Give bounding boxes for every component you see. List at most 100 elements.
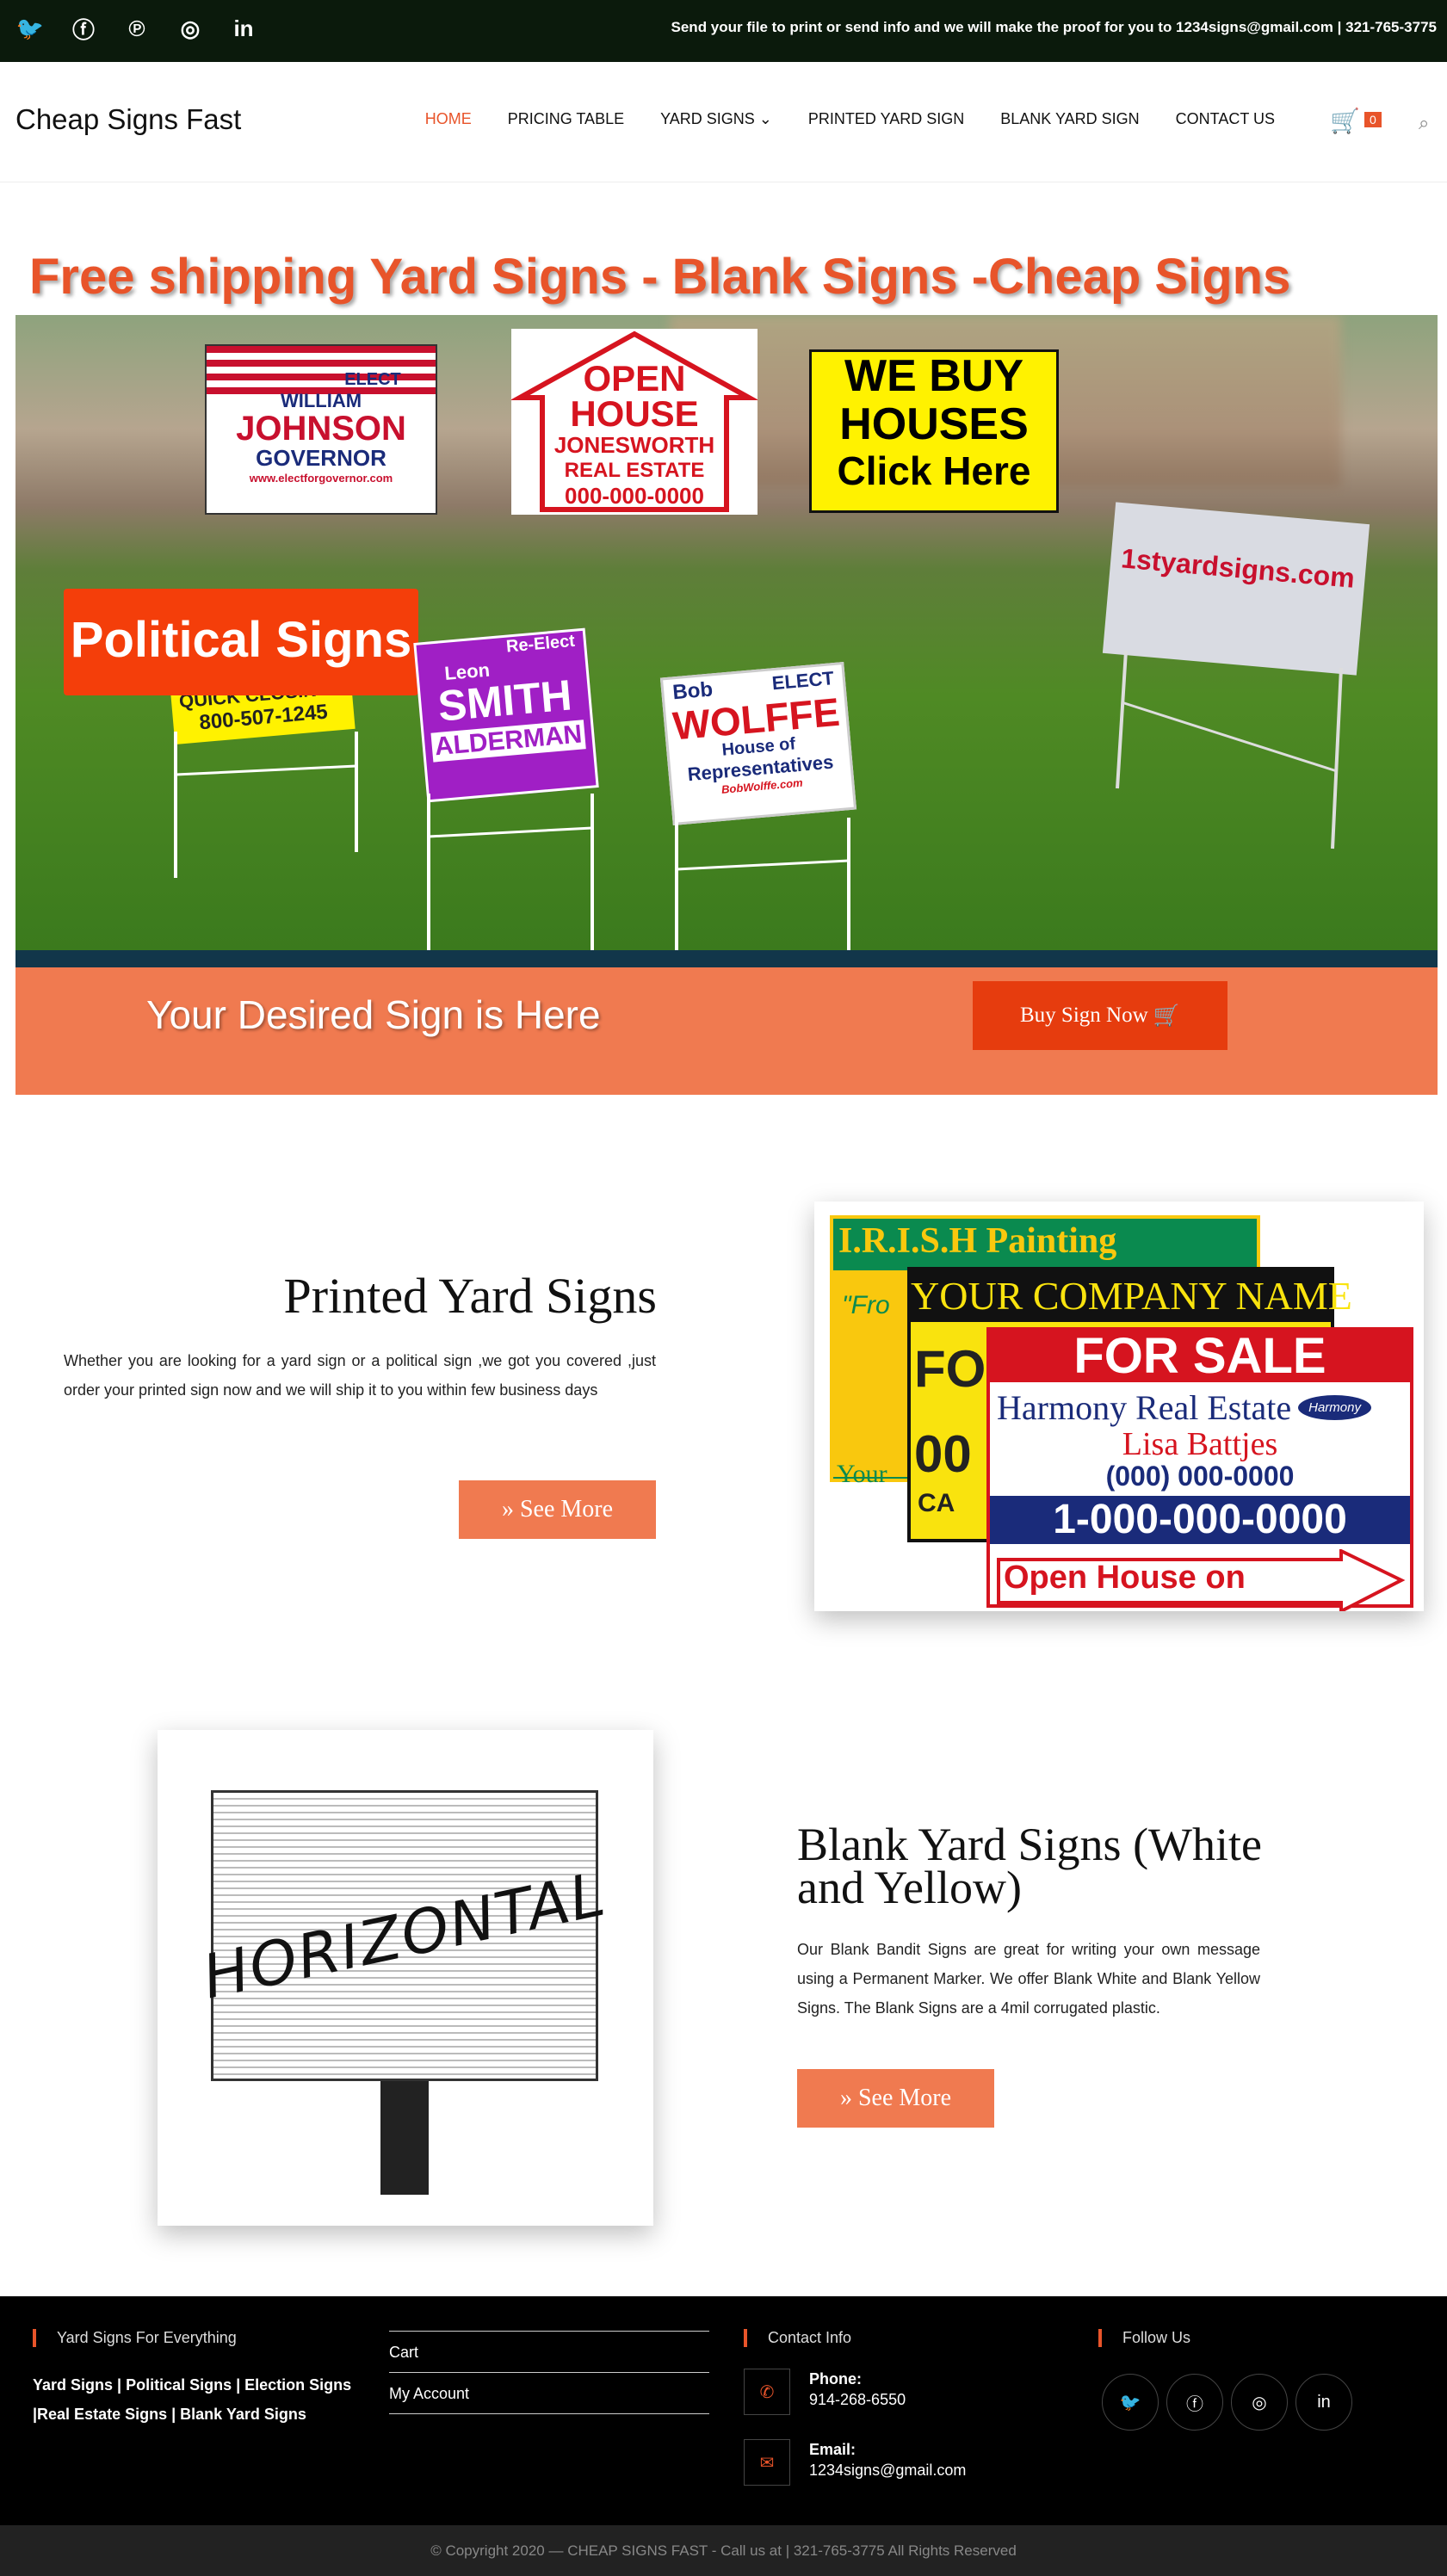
nav-home[interactable]: HOME <box>425 110 472 128</box>
footer-follow-title: Follow Us <box>1098 2329 1190 2347</box>
site-footer: Yard Signs For Everything Yard Signs | P… <box>0 2296 1447 2525</box>
sign-text: YOUR COMPANY NAME <box>911 1270 1352 1322</box>
chevron-down-icon: ⌄ <box>758 110 772 127</box>
linkedin-icon[interactable]: in <box>229 14 258 43</box>
down-arrow-notch-icon <box>728 950 763 967</box>
sign-text: Click Here <box>837 448 1031 493</box>
twitter-icon[interactable]: 🐦 <box>1102 2374 1159 2431</box>
footer-link-my-account[interactable]: My Account <box>389 2373 709 2414</box>
blank-see-more-button[interactable]: » See More <box>797 2069 994 2128</box>
blank-yard-signs-text: Our Blank Bandit Signs are great for wri… <box>797 1941 1260 2017</box>
blank-sign-board: HORIZONTAL <box>197 1790 612 2081</box>
sign-stake <box>675 818 850 950</box>
sign-text: OPEN <box>583 358 686 398</box>
sign-text: (000) 000-0000 <box>1105 1461 1295 1492</box>
footer-link-cart[interactable]: Cart <box>389 2332 709 2373</box>
cart-icon: 🛒 <box>1153 1004 1181 1028</box>
site-logo[interactable]: Cheap Signs Fast <box>15 103 241 136</box>
nav-blank-yard-sign[interactable]: BLANK YARD SIGN <box>1000 110 1139 128</box>
sign-text: 1-000-000-0000 <box>990 1496 1410 1544</box>
search-icon[interactable]: ⌕ <box>1419 112 1429 134</box>
sign-text: WE BUY <box>844 351 1023 401</box>
phone-icon: ✆ <box>744 2369 790 2415</box>
divider-strip <box>15 950 1438 967</box>
copyright-text: © Copyright 2020 — CHEAP SIGNS FAST - Ca… <box>430 2542 1017 2559</box>
sign-we-buy-houses: WE BUY HOUSES Click Here <box>809 349 1059 513</box>
sign-text: FOR SALE <box>990 1331 1410 1382</box>
email-label: Email: <box>809 2441 856 2458</box>
main-nav: HOME PRICING TABLE YARD SIGNS ⌄ PRINTED … <box>389 110 1275 128</box>
printed-yard-signs-text: Whether you are looking for a yard sign … <box>64 1352 656 1399</box>
instagram-icon[interactable]: ◎ <box>176 14 205 43</box>
site-header: Cheap Signs Fast HOME PRICING TABLE YARD… <box>0 62 1447 182</box>
nav-printed-yard-sign[interactable]: PRINTED YARD SIGN <box>808 110 964 128</box>
nav-yard-signs-label: YARD SIGNS <box>660 110 755 127</box>
footer-col1-title: Yard Signs For Everything <box>33 2329 237 2347</box>
linkedin-icon[interactable]: in <box>1295 2374 1352 2431</box>
phone-label: Phone: <box>809 2370 862 2388</box>
sign-text: REAL ESTATE <box>564 459 705 482</box>
sign-text: 1styardsigns.com <box>1119 542 1357 594</box>
cta-text: Your Desired Sign is Here <box>146 992 601 1037</box>
nav-pricing-table[interactable]: PRICING TABLE <box>508 110 624 128</box>
sign-text: HOUSE <box>570 393 699 434</box>
sign-wolffe: Bob ELECT WOLFFE House of Representatives… <box>659 662 857 825</box>
sign-text: HORIZONTAL <box>196 1858 613 2013</box>
copyright-bar: © Copyright 2020 — CHEAP SIGNS FAST - Ca… <box>0 2525 1447 2576</box>
harmony-logo: Harmony <box>1298 1395 1371 1420</box>
facebook-icon[interactable]: ⓕ <box>1166 2374 1223 2431</box>
printed-see-more-button[interactable]: » See More <box>459 1480 656 1539</box>
sign-text: ELECT <box>344 370 401 389</box>
sign-text: JOHNSON <box>236 410 406 448</box>
sign-open-house: OPEN HOUSE JONESWORTH REAL ESTATE 000-00… <box>511 329 758 515</box>
hero-banner: ELECT WILLIAM JOHNSON GOVERNOR www.elect… <box>15 315 1438 950</box>
for-sale-sign: FOR SALE Harmony Real Estate Harmony Lisa… <box>986 1327 1413 1611</box>
sign-text: Harmony Real Estate <box>997 1388 1292 1427</box>
footer-contact-title: Contact Info <box>744 2329 851 2347</box>
pinterest-icon[interactable]: ℗ <box>122 14 152 43</box>
sign-stake <box>427 794 594 950</box>
facebook-icon[interactable]: ⓕ <box>69 14 98 43</box>
top-bar-message: Send your file to print or send info and… <box>671 19 1437 35</box>
sign-stake <box>1116 651 1343 849</box>
sign-text: GOVERNOR <box>256 445 386 471</box>
see-more-label: See More <box>519 1496 614 1523</box>
sign-smith-alderman: Re-Elect Leon SMITH ALDERMAN <box>413 627 599 803</box>
see-more-label: See More <box>857 2085 952 2111</box>
footer-links: Cart My Account <box>389 2331 709 2414</box>
twitter-icon[interactable]: 🐦 <box>15 14 45 43</box>
sign-text: I.R.I.S.H Painting <box>833 1219 1257 1263</box>
hero-title: Free shipping Yard Signs - Blank Signs -… <box>29 249 1291 305</box>
open-house-arrow: Open House on <box>997 1549 1406 1611</box>
footer-col1-text: Yard Signs | Political Signs | Election … <box>33 2376 352 2423</box>
sign-stake <box>380 2081 429 2195</box>
sign-text: 000-000-0000 <box>565 483 704 509</box>
cart-icon: 🛒 <box>1330 108 1360 134</box>
sign-elect-johnson: ELECT WILLIAM JOHNSON GOVERNOR www.elect… <box>205 344 437 515</box>
printed-yard-signs-title: Printed Yard Signs <box>283 1268 657 1324</box>
buy-sign-now-button[interactable]: Buy Sign Now 🛒 <box>973 981 1227 1050</box>
top-bar: 🐦 ⓕ ℗ ◎ in Send your file to print or se… <box>0 0 1447 62</box>
sign-text: Open House on <box>1004 1560 1246 1596</box>
sign-text: HOUSES <box>839 399 1029 449</box>
badge-text: Political Signs <box>70 612 412 668</box>
political-signs-badge: Political Signs <box>64 589 418 695</box>
double-chevron-right-icon: » <box>501 1496 514 1523</box>
nav-contact-us[interactable]: CONTACT US <box>1176 110 1275 128</box>
email-value[interactable]: 1234signs@gmail.com <box>809 2462 966 2480</box>
sign-text: www.electforgovernor.com <box>249 472 393 485</box>
cart-count-badge: 0 <box>1364 112 1382 127</box>
cta-band: Your Desired Sign is Here Buy Sign Now 🛒 <box>15 967 1438 1095</box>
printed-signs-image: I.R.I.S.H Painting "Fro Your YOUR COMPAN… <box>814 1202 1424 1611</box>
sign-text: Your <box>837 1460 887 1488</box>
sign-stake <box>174 732 358 878</box>
blank-yard-signs-title: Blank Yard Signs (White and Yellow) <box>797 1819 1262 1913</box>
nav-yard-signs[interactable]: YARD SIGNS ⌄ <box>660 110 772 128</box>
cart-button[interactable]: 🛒 0 <box>1330 107 1382 135</box>
mail-icon: ✉ <box>744 2439 790 2486</box>
buy-button-label: Buy Sign Now <box>1019 1004 1148 1027</box>
instagram-icon[interactable]: ◎ <box>1231 2374 1288 2431</box>
phone-value[interactable]: 914-268-6550 <box>809 2391 906 2409</box>
social-links: 🐦 ⓕ ℗ ◎ in <box>15 14 258 43</box>
sign-text: Lisa Battjes <box>1122 1426 1278 1462</box>
